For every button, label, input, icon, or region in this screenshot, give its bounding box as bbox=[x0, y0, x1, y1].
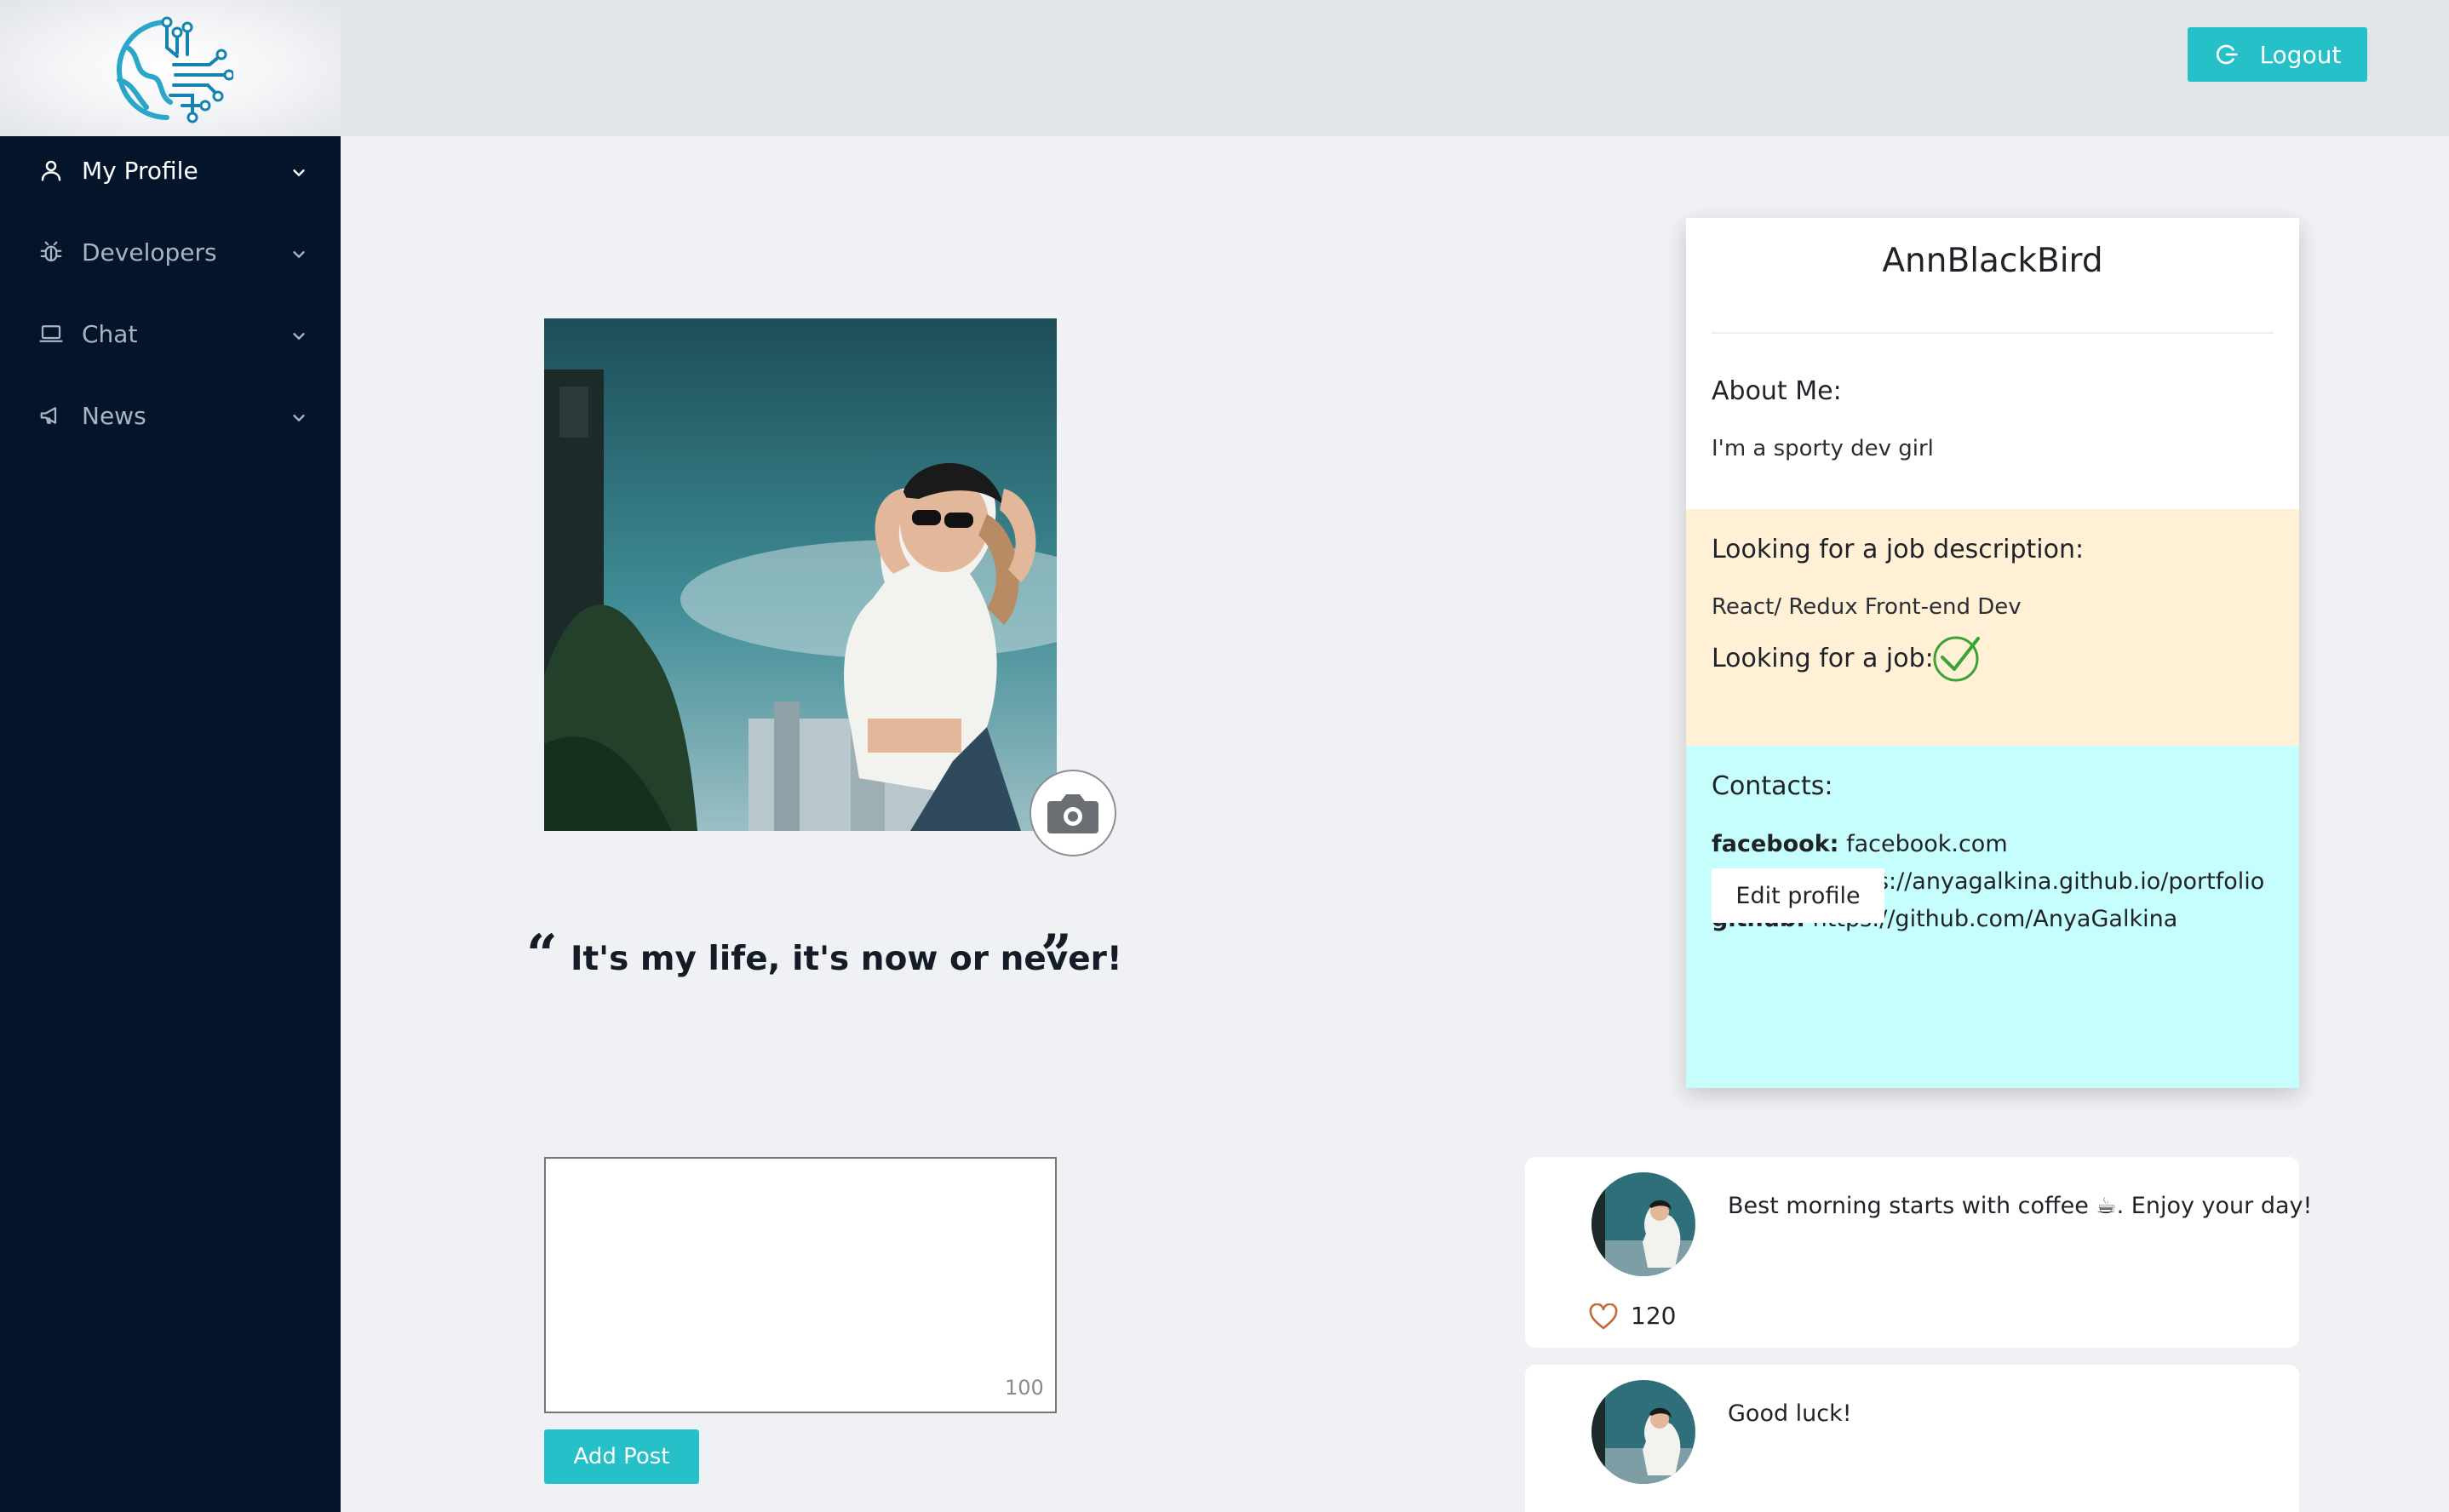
sidebar-item-chat[interactable]: Chat bbox=[0, 300, 341, 368]
chevron-down-icon bbox=[290, 160, 310, 180]
sidebar-item-developers[interactable]: Developers bbox=[0, 218, 341, 286]
looking-for-job-heading: Looking for a job: bbox=[1712, 644, 1934, 673]
sidebar-item-label: Chat bbox=[82, 319, 138, 348]
contacts-heading: Contacts: bbox=[1712, 771, 1833, 801]
avatar bbox=[1592, 1380, 1695, 1484]
avatar bbox=[1592, 1172, 1695, 1276]
logo-area bbox=[0, 0, 341, 136]
logout-label: Logout bbox=[2259, 40, 2342, 69]
globe-circuit-icon[interactable] bbox=[107, 14, 233, 126]
quote-open-icon: “ bbox=[526, 923, 558, 987]
quote-close-icon: ” bbox=[1041, 923, 1072, 987]
profile-photo bbox=[544, 318, 1057, 831]
sidebar-item-label: Developers bbox=[82, 238, 217, 266]
add-post-button[interactable]: Add Post bbox=[544, 1429, 699, 1484]
post-item: Best morning starts with coffee ☕. Enjoy… bbox=[1525, 1157, 2312, 1348]
char-counter: 100 bbox=[1005, 1376, 1044, 1400]
change-photo-button[interactable] bbox=[1029, 770, 1116, 856]
job-section: Looking for a job description: React/ Re… bbox=[1686, 509, 2299, 746]
contact-facebook[interactable]: facebook: facebook.com bbox=[1712, 831, 2008, 857]
logout-icon bbox=[2216, 44, 2238, 65]
divider bbox=[1712, 332, 2274, 334]
sidebar-item-label: My Profile bbox=[82, 156, 198, 185]
checkmark-icon bbox=[1933, 636, 1980, 682]
about-heading: About Me: bbox=[1712, 376, 1842, 406]
camera-icon bbox=[1047, 794, 1098, 833]
user-icon bbox=[37, 157, 65, 184]
profile-card: AnnBlackBird About Me: I'm a sporty dev … bbox=[1686, 218, 2299, 1088]
sidebar: My Profile Developers Chat News bbox=[0, 136, 341, 1512]
job-description-text: React/ Redux Front-end Dev bbox=[1712, 594, 2022, 620]
job-description-heading: Looking for a job description: bbox=[1712, 535, 2085, 564]
about-text: I'm a sporty dev girl bbox=[1712, 436, 1934, 461]
logout-button[interactable]: Logout bbox=[2188, 27, 2367, 82]
contact-value[interactable]: facebook.com bbox=[1846, 831, 2008, 857]
chevron-down-icon bbox=[290, 324, 310, 344]
edit-profile-button[interactable]: Edit profile bbox=[1712, 868, 1884, 923]
status-text[interactable]: It's my life, it's now or never! bbox=[571, 940, 1122, 978]
contacts-section: Contacts: facebook: facebook.com website… bbox=[1686, 746, 2299, 1088]
sidebar-item-label: News bbox=[82, 401, 146, 430]
laptop-icon bbox=[37, 320, 65, 347]
post-item: Good luck! bbox=[1525, 1365, 2299, 1512]
bug-icon bbox=[37, 238, 65, 266]
sidebar-item-news[interactable]: News bbox=[0, 381, 341, 450]
megaphone-icon bbox=[37, 402, 65, 429]
top-header: Logout bbox=[0, 0, 2449, 136]
post-text: Best morning starts with coffee ☕. Enjoy… bbox=[1728, 1193, 2313, 1219]
contact-value[interactable]: https://anyagalkina.github.io/portfolio bbox=[1830, 868, 2265, 895]
contact-key: facebook: bbox=[1712, 831, 1839, 857]
like-count: 120 bbox=[1631, 1302, 1677, 1330]
sidebar-item-my-profile[interactable]: My Profile bbox=[0, 136, 341, 204]
heart-icon[interactable] bbox=[1588, 1303, 1619, 1331]
chevron-down-icon bbox=[290, 405, 310, 426]
new-post-textarea[interactable] bbox=[544, 1157, 1057, 1413]
post-text: Good luck! bbox=[1728, 1400, 1852, 1427]
profile-name: AnnBlackBird bbox=[1882, 242, 2103, 280]
chevron-down-icon bbox=[290, 242, 310, 262]
profile-status[interactable]: “ It's my life, it's now or never! ” bbox=[526, 923, 1122, 996]
